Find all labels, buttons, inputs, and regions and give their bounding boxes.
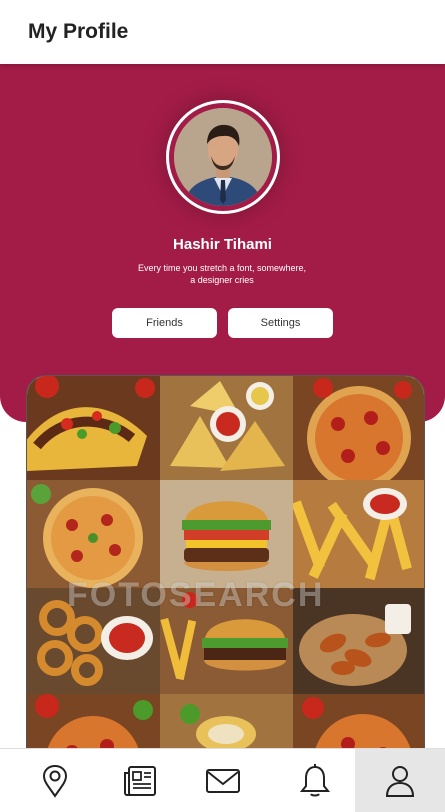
nav-messages[interactable] <box>172 749 274 812</box>
nav-notifications[interactable] <box>274 749 355 812</box>
newspaper-icon <box>124 766 156 796</box>
nav-profile[interactable] <box>355 749 445 812</box>
avatar <box>174 108 272 206</box>
map-pin-icon <box>42 764 68 798</box>
gallery-tile-fries[interactable] <box>293 480 424 588</box>
nav-news[interactable] <box>110 749 172 812</box>
top-app-bar: My Profile <box>0 0 445 64</box>
gallery-tile-tacos[interactable] <box>27 376 160 480</box>
profile-bio-line2: a designer cries <box>190 275 254 285</box>
profile-bio: Every time you stretch a font, somewhere… <box>122 262 322 286</box>
gallery-tile-pizza-2[interactable] <box>27 480 160 588</box>
gallery-tile-burger[interactable] <box>160 480 293 588</box>
mail-icon <box>206 769 240 793</box>
gallery-watermark: FOTOSEARCH <box>67 576 325 614</box>
photo-gallery[interactable]: FOTOSEARCH <box>26 375 425 775</box>
nav-location[interactable] <box>0 749 110 812</box>
avatar-ring[interactable] <box>166 100 280 214</box>
gallery-tile-nachos[interactable] <box>160 376 293 480</box>
avatar-image <box>174 108 272 206</box>
bell-icon <box>299 764 330 797</box>
settings-button[interactable]: Settings <box>228 308 333 338</box>
profile-name: Hashir Tihami <box>173 236 272 253</box>
gallery-tile-pizza[interactable] <box>293 376 424 480</box>
friends-button[interactable]: Friends <box>112 308 217 338</box>
user-icon <box>385 766 415 797</box>
page-title: My Profile <box>28 20 129 43</box>
bottom-navigation <box>0 748 445 812</box>
profile-bio-line1: Every time you stretch a font, somewhere… <box>137 263 307 273</box>
